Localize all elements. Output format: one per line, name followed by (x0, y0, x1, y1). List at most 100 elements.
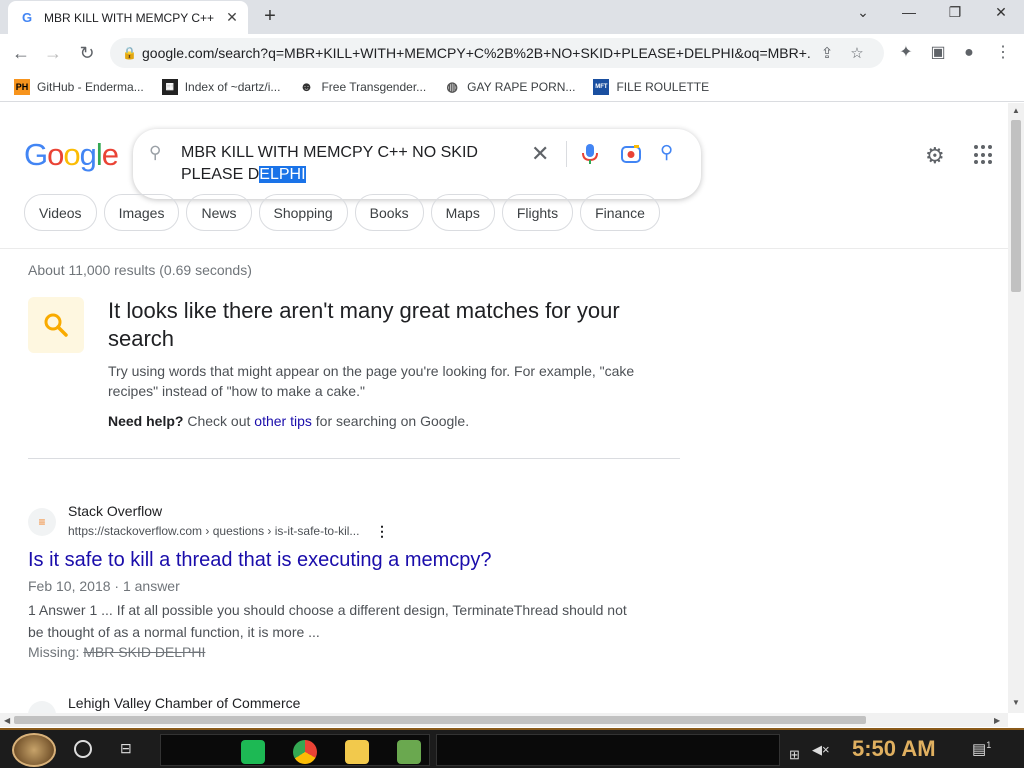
taskbar-clock[interactable]: 5:50 AM (852, 736, 936, 762)
search-divider (566, 141, 567, 167)
notepad-icon[interactable] (397, 740, 421, 764)
tip-magnifier-icon (28, 297, 84, 353)
google-apps-icon[interactable] (974, 145, 994, 165)
result-stats: About 11,000 results (0.69 seconds) (28, 262, 252, 278)
tab-close-icon[interactable]: ✕ (224, 9, 240, 26)
query-line-2: PLEASE D (181, 166, 260, 183)
missing-label: Missing: (28, 644, 80, 660)
settings-gear-icon[interactable]: ⚙ (925, 143, 945, 169)
result-site-name[interactable]: Lehigh Valley Chamber of Commerce (68, 695, 300, 711)
tip-title: It looks like there aren't many great ma… (108, 298, 620, 351)
bookmark-label: GAY RAPE PORN... (467, 79, 576, 94)
reload-button[interactable]: ↻ (74, 40, 100, 66)
microphone-icon[interactable] (582, 143, 598, 165)
tab-strip: G MBR KILL WITH MEMCPY C++ ✕ + ⌄ — ❐ ✕ (0, 0, 1024, 34)
tab-title: MBR KILL WITH MEMCPY C++ (44, 10, 215, 25)
notification-center-icon[interactable]: ▤1 (972, 740, 991, 758)
tip-separator (28, 458, 680, 459)
horizontal-scroll-thumb[interactable] (14, 716, 866, 724)
scroll-left-arrow-icon[interactable]: ◀ (4, 716, 10, 725)
url-text: google.com/search?q=MBR+KILL+WITH+MEMCPY… (142, 45, 812, 61)
search-submit-icon[interactable]: ⚲ (660, 142, 682, 164)
bookmark-item[interactable]: PH GitHub - Enderma... (14, 78, 144, 95)
result-title-link[interactable]: Is it safe to kill a thread that is exec… (28, 549, 492, 572)
query-selection: ELPHI (259, 166, 306, 183)
chip-books[interactable]: Books (354, 194, 424, 231)
forward-button[interactable]: → (40, 40, 66, 66)
clear-search-icon[interactable]: ✕ (531, 141, 549, 167)
tip-help-post: for searching on Google. (311, 413, 470, 429)
result-url[interactable]: https://stackoverflow.com › questions › … (68, 524, 359, 538)
close-window-button[interactable]: ✕ (986, 4, 1016, 26)
cortana-icon[interactable] (74, 740, 92, 758)
chip-maps[interactable]: Maps (430, 194, 495, 231)
minimize-button[interactable]: — (894, 4, 924, 26)
extensions-icon[interactable]: ✦ (895, 42, 917, 64)
result-snippet: 1 Answer 1 ... If at all possible you sh… (28, 602, 627, 640)
bookmark-label: Free Transgender... (321, 79, 427, 94)
stackoverflow-favicon-icon: ≡ (28, 508, 56, 536)
query-line-1: MBR KILL WITH MEMCPY C++ NO SKID (181, 144, 478, 161)
search-results-page: Google ⚲ MBR KILL WITH MEMCPY C++ NO SKI… (0, 103, 1008, 713)
notification-count: 1 (986, 740, 992, 750)
chip-videos[interactable]: Videos (24, 194, 97, 231)
bookmark-item[interactable]: ▦ Index of ~dartz/i... (161, 78, 281, 95)
tip-body: Try using words that might appear on the… (108, 363, 635, 399)
other-tips-link[interactable]: other tips (254, 413, 312, 429)
chip-shopping[interactable]: Shopping (258, 194, 348, 231)
ph-icon: PH (14, 78, 30, 95)
search-filter-chips: Videos Images News Shopping Books Maps F… (24, 194, 667, 231)
spotify-icon[interactable] (241, 740, 265, 764)
taskbar: ⊟ ⊞ ◀× 5:50 AM ▤1 (0, 728, 1024, 768)
bookmarks-bar: PH GitHub - Enderma... ▦ Index of ~dartz… (0, 72, 1024, 102)
lock-icon[interactable]: 🔒 (122, 46, 142, 60)
search-icon: ⚲ (149, 143, 162, 162)
google-favicon-icon: G (22, 10, 33, 25)
camera-lens-icon[interactable] (620, 144, 642, 164)
chrome-icon[interactable] (293, 740, 317, 764)
side-panel-icon[interactable]: ▣ (927, 42, 949, 64)
chip-images[interactable]: Images (103, 194, 180, 231)
bookmark-label: Index of ~dartz/i... (184, 79, 281, 94)
browser-menu-icon[interactable]: ⋮ (992, 42, 1014, 64)
start-button[interactable] (12, 733, 56, 767)
scroll-down-arrow-icon[interactable]: ▼ (1012, 698, 1020, 707)
globe-icon: ◍ (446, 78, 458, 94)
back-button[interactable]: ← (8, 40, 34, 66)
mft-icon: MFT (593, 78, 610, 95)
restore-button[interactable]: ❐ (940, 4, 970, 26)
search-input[interactable]: MBR KILL WITH MEMCPY C++ NO SKID PLEASE … (181, 142, 511, 186)
scroll-right-arrow-icon[interactable]: ▶ (994, 716, 1000, 725)
google-logo[interactable]: Google (24, 137, 119, 173)
new-tab-button[interactable]: + (258, 4, 282, 28)
header-divider (0, 248, 1008, 249)
task-view-icon[interactable]: ⊟ (120, 740, 140, 758)
search-box[interactable]: ⚲ MBR KILL WITH MEMCPY C++ NO SKID PLEAS… (133, 129, 701, 199)
bookmark-star-icon[interactable]: ☆ (842, 44, 872, 62)
bookmark-label: GitHub - Enderma... (37, 79, 144, 94)
network-icon[interactable]: ⊞ (789, 747, 800, 763)
vertical-scroll-thumb[interactable] (1011, 120, 1021, 292)
tab-search-icon[interactable]: ⌄ (848, 4, 878, 26)
browser-tab[interactable]: G MBR KILL WITH MEMCPY C++ ✕ (8, 1, 248, 34)
bookmark-item[interactable]: ☻ Free Transgender... (298, 79, 427, 95)
result-site-name[interactable]: Stack Overflow (68, 503, 162, 519)
bookmark-item[interactable]: ◍ GAY RAPE PORN... (444, 78, 576, 95)
lehigh-favicon-icon: ● (28, 701, 56, 713)
tip-help-bold: Need help? (108, 413, 184, 429)
profile-avatar-icon[interactable]: ● (958, 42, 980, 64)
chip-finance[interactable]: Finance (580, 194, 660, 231)
scroll-up-arrow-icon[interactable]: ▲ (1012, 106, 1020, 115)
file-explorer-icon[interactable] (345, 740, 369, 764)
missing-terms: MBR SKID DELPHI (83, 644, 206, 660)
share-icon[interactable]: ⇪ (812, 44, 842, 62)
bookmark-item[interactable]: MFT FILE ROULETTE (593, 78, 710, 95)
chip-flights[interactable]: Flights (501, 194, 574, 231)
chip-news[interactable]: News (186, 194, 252, 231)
result-more-icon[interactable]: ⋮ (375, 523, 389, 540)
volume-muted-icon[interactable]: ◀× (812, 742, 830, 758)
folder-icon: ▦ (161, 78, 178, 95)
bookmark-label: FILE ROULETTE (616, 79, 710, 94)
system-tray: ⊞ (436, 734, 800, 766)
address-bar[interactable]: 🔒 google.com/search?q=MBR+KILL+WITH+MEMC… (110, 38, 884, 68)
